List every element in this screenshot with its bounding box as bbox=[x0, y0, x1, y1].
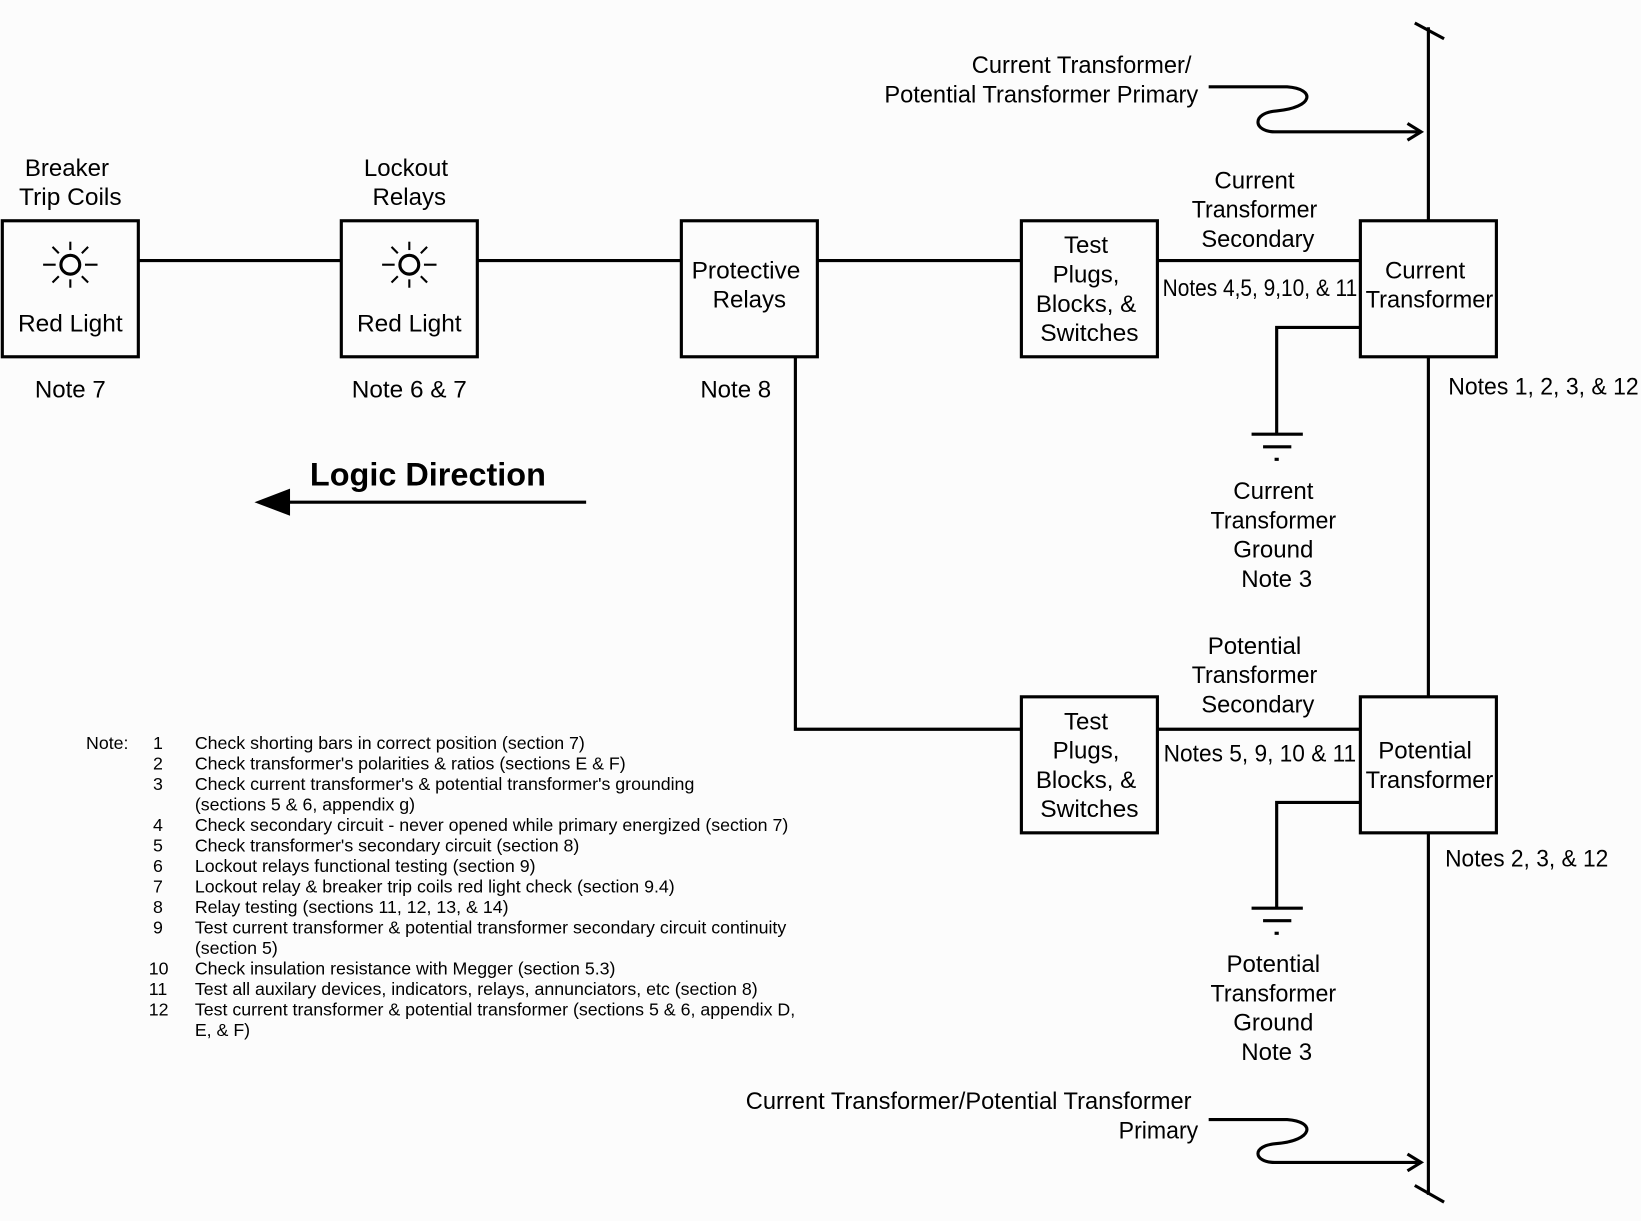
breaker-label: Red Light bbox=[18, 311, 123, 338]
ct-secondary-notes: Notes 4,5, 9,10, & 11 bbox=[1163, 275, 1358, 302]
ct-ground-label: Current Transformer Ground Note 3 bbox=[1211, 478, 1343, 593]
note-number: 8 bbox=[153, 897, 163, 917]
note-number: 5 bbox=[153, 836, 163, 856]
primary-top-label: Current Transformer/ Potential Transform… bbox=[884, 52, 1198, 108]
primary-bottom-label: Current Transformer/Potential Transforme… bbox=[746, 1088, 1198, 1144]
note-text: Test current transformer & potential tra… bbox=[195, 918, 787, 938]
ct-secondary-title: Current Transformer Secondary bbox=[1192, 167, 1324, 253]
note-text: Test current transformer & potential tra… bbox=[195, 1000, 795, 1020]
note-number: 4 bbox=[153, 815, 163, 835]
note-text: Check transformer's secondary circuit (s… bbox=[195, 836, 580, 856]
pt-notes: Notes 2, 3, & 12 bbox=[1445, 845, 1608, 872]
potential-transformer-box bbox=[1358, 695, 1498, 835]
note-text: Check current transformer's & potential … bbox=[195, 774, 695, 794]
note-text: Relay testing (sections 11, 12, 13, & 14… bbox=[195, 897, 509, 917]
breaker-note: Note 7 bbox=[35, 377, 106, 404]
pt-ground-label: Potential Transformer Ground Note 3 bbox=[1211, 951, 1343, 1066]
note-number: 11 bbox=[149, 979, 168, 999]
note-number: 10 bbox=[149, 959, 169, 979]
ct-notes: Notes 1, 2, 3, & 12 bbox=[1448, 373, 1638, 400]
relay-test-diagram: Current Transformer/ Potential Transform… bbox=[0, 21, 1639, 1204]
note-number: 12 bbox=[149, 1000, 169, 1020]
note-text: Check secondary circuit - never opened w… bbox=[195, 815, 788, 835]
note-text: Check insulation resistance with Megger … bbox=[195, 959, 616, 979]
lockout-title: Lockout Relays bbox=[364, 155, 455, 211]
lockout-label: Red Light bbox=[357, 311, 462, 338]
note-text-continued: (section 5) bbox=[195, 938, 278, 958]
breaker-title: Breaker Trip Coils bbox=[19, 155, 122, 211]
logic-direction-label: Logic Direction bbox=[310, 456, 546, 492]
note-number: 3 bbox=[153, 774, 163, 794]
pt-secondary-notes: Notes 5, 9, 10 & 11 bbox=[1164, 741, 1357, 768]
notes-heading: Note: bbox=[86, 733, 128, 753]
note-number: 7 bbox=[153, 877, 163, 897]
ground-icon bbox=[1251, 432, 1303, 461]
note-text-continued: (sections 5 & 6, appendix g) bbox=[195, 795, 415, 815]
arrowhead bbox=[254, 488, 291, 516]
primary-top-arrow bbox=[1208, 85, 1418, 134]
note-text: Check shorting bars in correct position … bbox=[195, 733, 585, 753]
note-number: 2 bbox=[153, 754, 163, 774]
notes-list: Note: 1 Check shorting bars in correct po… bbox=[86, 733, 795, 1040]
note-number: 6 bbox=[153, 856, 163, 876]
note-text: Check transformer's polarities & ratios … bbox=[195, 754, 626, 774]
note-text: Lockout relay & breaker trip coils red l… bbox=[195, 877, 675, 897]
primary-bottom-arrow bbox=[1208, 1117, 1418, 1164]
lockout-note: Note 6 & 7 bbox=[352, 377, 467, 404]
note-number: 9 bbox=[153, 918, 163, 938]
note-number: 1 bbox=[153, 733, 163, 753]
pt-secondary-title: Potential Transformer Secondary bbox=[1192, 633, 1324, 719]
primary-bus bbox=[1414, 21, 1445, 1204]
note-text-continued: E, & F) bbox=[195, 1020, 250, 1040]
protective-note: Note 8 bbox=[700, 377, 771, 404]
note-text: Test all auxilary devices, indicators, r… bbox=[195, 979, 758, 999]
ground-icon bbox=[1251, 906, 1303, 935]
note-text: Lockout relays functional testing (secti… bbox=[195, 856, 536, 876]
